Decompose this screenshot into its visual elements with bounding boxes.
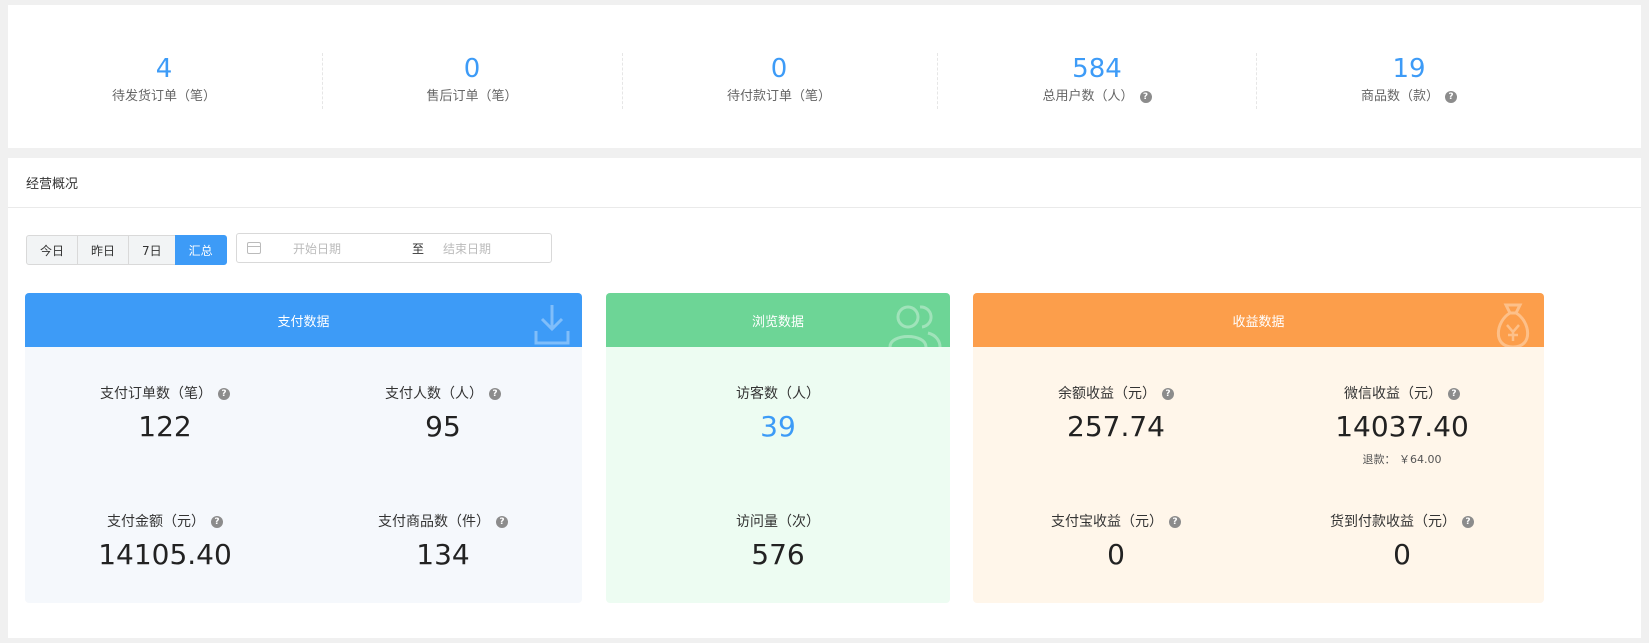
start-date-input[interactable]: 开始日期 <box>293 240 403 257</box>
help-icon[interactable]: ? <box>218 388 230 400</box>
metric-order-count: 支付订单数（笔）? 122 <box>25 383 305 445</box>
metric-value: 576 <box>751 538 805 571</box>
metric-label: 支付金额（元） <box>107 514 205 530</box>
stat-value: 19 <box>1392 54 1426 84</box>
metric-value: 39 <box>760 410 796 443</box>
divider <box>937 53 938 109</box>
help-icon[interactable]: ? <box>496 516 508 528</box>
stat-label: 待付款订单（笔） <box>726 89 831 104</box>
overview-title: 经营概况 <box>8 158 1641 208</box>
stat-value: 4 <box>155 54 173 84</box>
metric-label: 微信收益（元） <box>1344 386 1442 402</box>
metric-goods-count: 支付商品数（件）? 134 <box>303 511 582 573</box>
date-range-buttons: 今日 昨日 7日 汇总 <box>26 235 227 265</box>
range-today-button[interactable]: 今日 <box>26 235 79 265</box>
help-icon[interactable]: ? <box>1448 388 1460 400</box>
refund-text: 退款： ￥64.00 <box>1362 453 1442 466</box>
metric-cod-income: 货到付款收益（元）? 0 <box>1262 511 1542 573</box>
stat-label: 总用户数（人） <box>1042 89 1134 104</box>
metric-value: 14105.40 <box>98 538 232 571</box>
help-icon[interactable]: ? <box>211 516 223 528</box>
range-7days-button[interactable]: 7日 <box>128 235 176 265</box>
help-icon[interactable]: ? <box>1162 388 1174 400</box>
money-bag-icon <box>1496 303 1530 347</box>
panel-title: 支付数据 <box>277 314 330 330</box>
download-icon <box>534 305 570 345</box>
range-yesterday-button[interactable]: 昨日 <box>77 235 130 265</box>
stat-total-users[interactable]: 584 总用户数（人）? <box>947 53 1247 106</box>
metric-label: 支付商品数（件） <box>378 514 490 530</box>
metric-label: 访问量（次） <box>736 514 820 530</box>
metric-value: 122 <box>138 410 192 443</box>
help-icon[interactable]: ? <box>1169 516 1181 528</box>
metric-label: 访客数（人） <box>736 386 820 402</box>
payment-data-panel: 支付数据 支付订单数（笔）? 122 支付人数（人）? 95 支付金额（元）? … <box>25 293 582 603</box>
help-icon[interactable]: ? <box>489 388 501 400</box>
date-range-picker[interactable]: 开始日期 至 结束日期 <box>236 233 552 263</box>
date-separator: 至 <box>411 241 424 256</box>
divider <box>1256 53 1257 109</box>
metric-visitors: 访客数（人） 39 <box>638 383 918 445</box>
panel-title: 浏览数据 <box>751 314 804 330</box>
stat-label: 商品数（款） <box>1360 89 1439 104</box>
metric-value: 257.74 <box>1067 410 1165 443</box>
metric-value: 0 <box>1107 538 1125 571</box>
stat-value: 584 <box>1072 54 1122 84</box>
metric-balance-income: 余额收益（元）? 257.74 <box>976 383 1256 445</box>
business-overview: 经营概况 今日 昨日 7日 汇总 开始日期 至 结束日期 支付数据 支付订单数（… <box>8 158 1641 638</box>
payment-panel-header: 支付数据 <box>25 293 582 347</box>
users-icon <box>888 305 942 347</box>
browse-panel-header: 浏览数据 <box>606 293 950 347</box>
range-total-button[interactable]: 汇总 <box>174 235 227 265</box>
stat-value: 0 <box>770 54 788 84</box>
help-icon[interactable]: ? <box>1139 91 1152 103</box>
metric-views: 访问量（次） 576 <box>638 511 918 573</box>
metric-label: 支付订单数（笔） <box>100 386 212 402</box>
metric-label: 支付人数（人） <box>385 386 483 402</box>
stat-value: 0 <box>463 54 481 84</box>
end-date-input[interactable]: 结束日期 <box>443 240 491 257</box>
stat-pending-payment[interactable]: 0 待付款订单（笔） <box>629 53 929 106</box>
metric-label: 支付宝收益（元） <box>1051 514 1163 530</box>
metric-value: 95 <box>425 410 461 443</box>
stat-label: 待发货订单（笔） <box>111 89 216 104</box>
metric-value: 134 <box>416 538 470 571</box>
stat-label: 售后订单（笔） <box>426 89 518 104</box>
help-icon[interactable]: ? <box>1462 516 1474 528</box>
stat-after-sales[interactable]: 0 售后订单（笔） <box>322 53 622 106</box>
stat-pending-shipment[interactable]: 4 待发货订单（笔） <box>14 53 314 106</box>
metric-value: 14037.40 <box>1335 410 1469 443</box>
metric-payer-count: 支付人数（人）? 95 <box>303 383 582 445</box>
help-icon[interactable]: ? <box>1445 91 1457 103</box>
metric-wechat-income: 微信收益（元）? 14037.40 退款： ￥64.00 <box>1262 383 1542 467</box>
metric-alipay-income: 支付宝收益（元）? 0 <box>976 511 1256 573</box>
income-data-panel: 收益数据 余额收益（元）? 257.74 微信收益（元）? 14037.40 退… <box>973 293 1544 603</box>
metric-label: 余额收益（元） <box>1058 386 1156 402</box>
divider <box>622 53 623 109</box>
stat-products[interactable]: 19 商品数（款）? <box>1259 53 1559 106</box>
metric-amount: 支付金额（元）? 14105.40 <box>25 511 305 573</box>
metric-label: 货到付款收益（元） <box>1330 514 1456 530</box>
panel-title: 收益数据 <box>1232 314 1285 330</box>
metric-value: 0 <box>1393 538 1411 571</box>
stats-card: 4 待发货订单（笔） 0 售后订单（笔） 0 待付款订单（笔） 584 总用户数… <box>8 5 1641 148</box>
browse-data-panel: 浏览数据 访客数（人） 39 访问量（次） 576 <box>606 293 950 603</box>
calendar-icon <box>247 242 261 254</box>
income-panel-header: 收益数据 <box>973 293 1544 347</box>
